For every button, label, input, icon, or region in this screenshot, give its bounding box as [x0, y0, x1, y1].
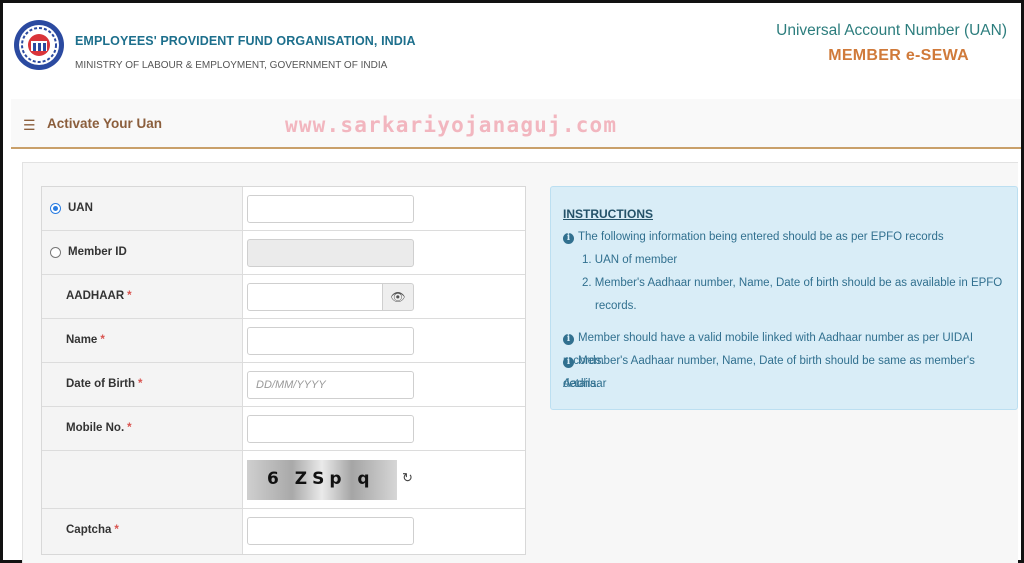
page-title: Activate Your Uan [47, 116, 163, 131]
required-marker: * [100, 334, 105, 346]
required-marker: * [127, 290, 132, 302]
instruction-line: Member's Aadhaar number, Name, Date of b… [563, 355, 975, 390]
instruction-sub-item-cont: records. [595, 300, 637, 312]
uan-radio[interactable] [50, 203, 61, 214]
member-id-radio[interactable] [50, 247, 61, 258]
captcha-image-row: 6 ZSp q ↻ [42, 451, 525, 509]
captcha-image-text: 6 ZSp q [267, 469, 375, 489]
aadhaar-row: AADHAAR * 👁 [42, 275, 525, 319]
captcha-input[interactable] [247, 517, 414, 545]
required-marker: * [114, 524, 119, 536]
name-row: Name * [42, 319, 525, 363]
mobile-label: Mobile No. * [66, 422, 132, 434]
mobile-row: Mobile No. * [42, 407, 525, 451]
uan-input[interactable] [247, 195, 414, 223]
watermark-text: www.sarkariyojanaguj.com [285, 113, 618, 137]
aadhaar-input[interactable] [247, 283, 383, 311]
ministry-subtitle: MINISTRY OF LABOUR & EMPLOYMENT, GOVERNM… [75, 60, 388, 71]
dob-input[interactable]: DD/MM/YYYY [247, 371, 414, 399]
instruction-line: The following information being entered … [578, 231, 944, 243]
instructions-title: INSTRUCTIONS [563, 207, 653, 221]
required-marker: * [127, 422, 132, 434]
name-label: Name * [66, 334, 105, 346]
captcha-label: Captcha * [66, 524, 119, 536]
dob-row: Date of Birth * DD/MM/YYYY [42, 363, 525, 407]
uan-row: UAN [42, 187, 525, 231]
captcha-row: Captcha * [42, 509, 525, 554]
dob-label: Date of Birth * [66, 378, 143, 390]
member-id-label: Member ID [68, 246, 127, 258]
info-circle-icon: i [563, 233, 574, 244]
name-input[interactable] [247, 327, 414, 355]
member-id-row: Member ID [42, 231, 525, 275]
aadhaar-label: AADHAAR * [66, 290, 132, 302]
uan-title: Universal Account Number (UAN) [776, 22, 1007, 39]
instructions-panel: INSTRUCTIONS i The following information … [550, 186, 1018, 410]
uan-label: UAN [68, 202, 93, 214]
instruction-line-cont: details. [563, 378, 600, 390]
site-header: EMPLOYEES' PROVIDENT FUND ORGANISATION, … [3, 3, 1021, 95]
member-esewa-title: MEMBER e-SEWA [828, 47, 969, 64]
info-circle-icon: i [563, 357, 574, 368]
required-marker: * [138, 378, 143, 390]
eye-slash-icon[interactable]: 👁 [382, 283, 414, 311]
captcha-image: 6 ZSp q [247, 460, 397, 500]
instruction-sub-item: 1. UAN of member [582, 254, 678, 266]
member-id-input[interactable] [247, 239, 414, 267]
org-name: EMPLOYEES' PROVIDENT FUND ORGANISATION, … [75, 34, 416, 48]
hamburger-menu-icon[interactable]: ☰ [23, 117, 36, 134]
instruction-sub-item: 2. Member's Aadhaar number, Name, Date o… [582, 277, 1003, 289]
mobile-input[interactable] [247, 415, 414, 443]
epfo-logo [14, 20, 64, 70]
info-circle-icon: i [563, 334, 574, 345]
refresh-icon[interactable]: ↻ [402, 470, 413, 486]
activation-form: UAN Member ID AADHAAR * 👁 Name * Date of B… [41, 186, 526, 555]
